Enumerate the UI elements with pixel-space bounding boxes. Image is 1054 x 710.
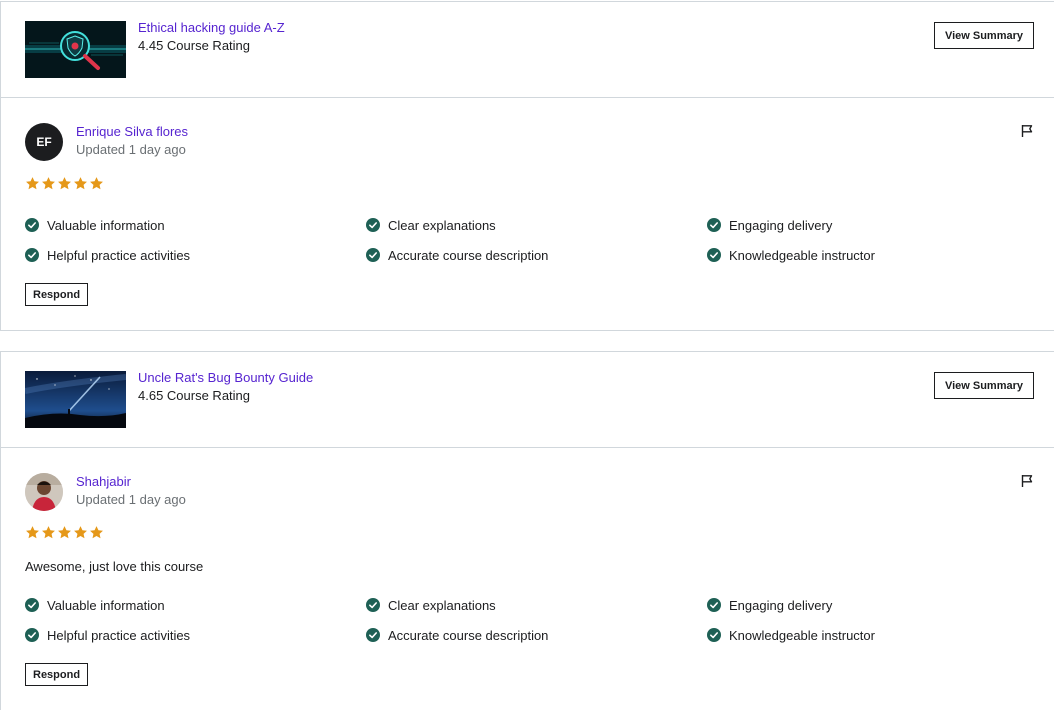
review-timestamp: Updated 1 day ago bbox=[76, 142, 186, 157]
review-tag: Clear explanations bbox=[366, 217, 707, 233]
star-icon bbox=[90, 177, 103, 190]
course-rating: 4.65 Course Rating bbox=[138, 388, 251, 403]
review-tag-label: Clear explanations bbox=[388, 597, 496, 613]
view-summary-button[interactable]: View Summary bbox=[933, 22, 1034, 49]
star-rating bbox=[25, 525, 104, 540]
star-icon bbox=[58, 526, 71, 539]
star-icon bbox=[42, 526, 55, 539]
review-card: Ethical hacking guide A-Z 4.45 Course Ra… bbox=[0, 1, 1054, 331]
star-rating bbox=[25, 176, 104, 191]
check-circle-icon bbox=[25, 218, 39, 232]
review-timestamp: Updated 1 day ago bbox=[76, 492, 186, 507]
review-tag-label: Clear explanations bbox=[388, 217, 496, 233]
review-tag: Accurate course description bbox=[366, 627, 707, 643]
review-tag: Helpful practice activities bbox=[25, 627, 366, 643]
review-tag-label: Valuable information bbox=[47, 597, 165, 613]
review-tags: Valuable information Clear explanations En… bbox=[25, 597, 1035, 643]
check-circle-icon bbox=[25, 248, 39, 262]
review-tag-label: Accurate course description bbox=[388, 247, 549, 263]
course-thumbnail[interactable] bbox=[25, 371, 126, 428]
review-tag-label: Engaging delivery bbox=[729, 597, 833, 613]
review-tag-label: Helpful practice activities bbox=[47, 247, 191, 263]
avatar: EF bbox=[25, 123, 63, 161]
reviewer-name[interactable]: Enrique Silva flores bbox=[76, 124, 188, 139]
course-rating: 4.45 Course Rating bbox=[138, 38, 251, 53]
star-icon bbox=[74, 526, 87, 539]
flag-icon[interactable] bbox=[1020, 474, 1034, 488]
course-title[interactable]: Uncle Rat's Bug Bounty Guide bbox=[138, 370, 313, 385]
review-tag: Engaging delivery bbox=[707, 597, 1035, 613]
review-tags: Valuable information Clear explanations En… bbox=[25, 217, 1035, 263]
course-row: Uncle Rat's Bug Bounty Guide 4.65 Course… bbox=[1, 352, 1054, 448]
review-comment: Awesome, just love this course bbox=[25, 559, 204, 574]
course-thumbnail[interactable] bbox=[25, 21, 126, 78]
star-icon bbox=[74, 177, 87, 190]
review-tag-label: Valuable information bbox=[47, 217, 165, 233]
check-circle-icon bbox=[366, 218, 380, 232]
view-summary-button[interactable]: View Summary bbox=[933, 372, 1034, 399]
reviewer-name[interactable]: Shahjabir bbox=[76, 474, 131, 489]
star-icon bbox=[42, 177, 55, 190]
check-circle-icon bbox=[707, 218, 721, 232]
review-tag: Helpful practice activities bbox=[25, 247, 366, 263]
review-card: Uncle Rat's Bug Bounty Guide 4.65 Course… bbox=[0, 351, 1054, 710]
check-circle-icon bbox=[366, 248, 380, 262]
review-tag-label: Helpful practice activities bbox=[47, 627, 191, 643]
review-tag-label: Knowledgeable instructor bbox=[729, 627, 875, 643]
check-circle-icon bbox=[366, 628, 380, 642]
review-tag-label: Accurate course description bbox=[388, 627, 549, 643]
review-tag: Accurate course description bbox=[366, 247, 707, 263]
review-tag: Valuable information bbox=[25, 217, 366, 233]
check-circle-icon bbox=[25, 628, 39, 642]
review-tag: Knowledgeable instructor bbox=[707, 247, 1035, 263]
check-circle-icon bbox=[707, 248, 721, 262]
star-icon bbox=[58, 177, 71, 190]
respond-button[interactable]: Respond bbox=[25, 283, 89, 306]
avatar-photo bbox=[25, 473, 63, 511]
check-circle-icon bbox=[707, 598, 721, 612]
review-tag: Knowledgeable instructor bbox=[707, 627, 1035, 643]
star-icon bbox=[26, 526, 39, 539]
course-title[interactable]: Ethical hacking guide A-Z bbox=[138, 20, 285, 35]
avatar-initials: EF bbox=[36, 135, 52, 149]
review-tag: Engaging delivery bbox=[707, 217, 1035, 233]
check-circle-icon bbox=[25, 598, 39, 612]
star-icon bbox=[90, 526, 103, 539]
check-circle-icon bbox=[707, 628, 721, 642]
reviews-page: Ethical hacking guide A-Z 4.45 Course Ra… bbox=[0, 0, 1054, 710]
review-tag: Clear explanations bbox=[366, 597, 707, 613]
respond-button[interactable]: Respond bbox=[25, 663, 89, 686]
course-row: Ethical hacking guide A-Z 4.45 Course Ra… bbox=[1, 2, 1054, 98]
review-tag-label: Engaging delivery bbox=[729, 217, 833, 233]
star-icon bbox=[26, 177, 39, 190]
check-circle-icon bbox=[366, 598, 380, 612]
flag-icon[interactable] bbox=[1020, 124, 1034, 138]
avatar bbox=[25, 473, 63, 511]
review-tag-label: Knowledgeable instructor bbox=[729, 247, 875, 263]
review-tag: Valuable information bbox=[25, 597, 366, 613]
